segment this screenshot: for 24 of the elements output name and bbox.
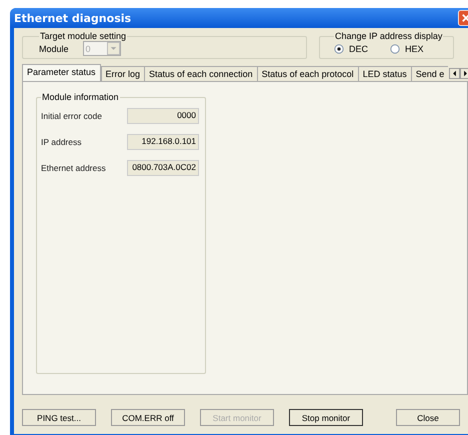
- module-label: Module: [39, 44, 69, 54]
- tab[interactable]: Error log: [100, 66, 144, 81]
- right-arrow-icon[interactable]: [460, 68, 468, 79]
- field-label: IP address: [41, 137, 82, 147]
- radio-option[interactable]: DEC: [334, 44, 368, 54]
- field-label: Ethernet address: [41, 163, 106, 173]
- button[interactable]: PING test...: [22, 409, 96, 426]
- readonly-field: 192.168.0.101: [127, 134, 199, 150]
- tab[interactable]: Parameter status: [22, 64, 101, 81]
- window-title: Ethernet diagnosis: [14, 12, 132, 24]
- field-label: Initial error code: [41, 111, 102, 121]
- readonly-field: 0000: [127, 108, 199, 124]
- tab[interactable]: Status of each connection: [144, 66, 257, 81]
- readonly-field: 0800.703A.0C02: [127, 160, 199, 176]
- radio-option[interactable]: HEX: [390, 44, 424, 54]
- group-title: Target module setting: [39, 31, 128, 41]
- tab[interactable]: Status of each protocol: [256, 66, 358, 81]
- tab[interactable]: LED status: [358, 66, 411, 81]
- button[interactable]: Stop monitor: [289, 409, 363, 426]
- button[interactable]: Close: [396, 409, 460, 426]
- group-title: Change IP address display: [334, 31, 444, 41]
- group-title: Module information: [41, 92, 120, 102]
- button[interactable]: COM.ERR off: [111, 409, 185, 426]
- tab[interactable]: Send e: [410, 66, 448, 81]
